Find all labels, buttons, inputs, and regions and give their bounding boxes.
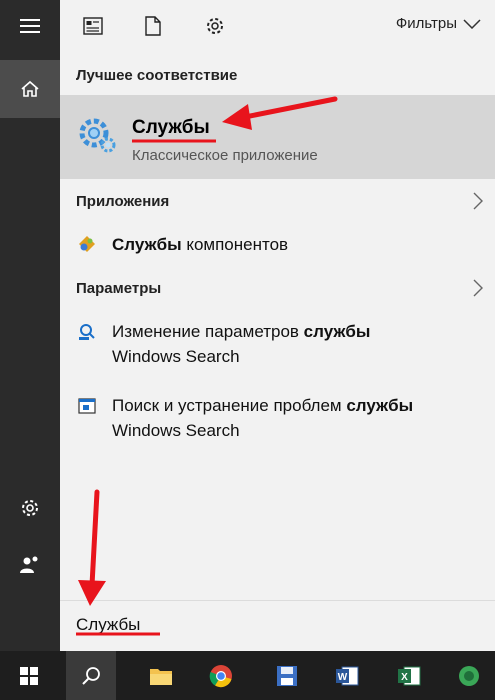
taskbar-chrome[interactable] <box>196 651 246 700</box>
taskbar-word[interactable]: W <box>322 651 372 700</box>
search-input[interactable]: Службы <box>76 615 140 635</box>
search-icon <box>82 666 100 685</box>
apps-item-bold: Службы <box>112 235 182 254</box>
left-rail <box>0 0 60 651</box>
filters-dropdown[interactable]: Фильтры <box>396 15 481 32</box>
chevron-right-icon[interactable] <box>473 192 483 210</box>
home-button[interactable] <box>0 60 60 118</box>
gear-icon <box>22 500 38 516</box>
best-match-header: Лучшее соответствие <box>76 67 238 84</box>
taskbar-excel[interactable]: X <box>384 651 434 700</box>
taskbar-app-green[interactable] <box>444 651 494 700</box>
account-button[interactable] <box>0 545 60 585</box>
taskbar-app-save[interactable] <box>262 651 312 700</box>
hamburger-icon <box>20 19 40 33</box>
files-filter-button[interactable] <box>140 14 166 38</box>
settings-item-2-bold: службы <box>346 396 414 415</box>
settings-item-2-prefix: Поиск и устранение проблем <box>112 396 347 415</box>
word-icon: W <box>336 666 359 685</box>
apps-item-rest: компонентов <box>181 235 289 254</box>
user-icon <box>20 556 38 573</box>
settings-item-troubleshoot-service[interactable]: Поиск и устранение проблем службы Window… <box>60 392 495 448</box>
search-settings-icon <box>79 324 95 340</box>
best-match-item[interactable]: Службы Классическое приложение <box>60 95 495 179</box>
chrome-icon <box>209 664 232 687</box>
folder-icon <box>150 668 172 685</box>
blank-page-icon <box>145 16 161 36</box>
settings-item-change-service[interactable]: Изменение параметров службы Windows Sear… <box>60 318 495 374</box>
home-icon <box>21 80 39 97</box>
search-results-panel: Фильтры Лучшее соответствие Службы Класс… <box>60 0 495 651</box>
best-match-subtitle: Классическое приложение <box>132 147 318 164</box>
apps-header: Приложения <box>76 193 170 210</box>
search-box[interactable]: Службы <box>60 600 495 652</box>
gear-icon <box>207 18 223 34</box>
settings-item-1-prefix: Изменение параметров <box>112 322 304 341</box>
component-services-icon <box>79 236 95 252</box>
document-icon <box>83 17 103 35</box>
troubleshoot-icon <box>78 398 96 414</box>
taskbar: W X <box>0 651 495 700</box>
chevron-right-icon[interactable] <box>473 279 483 297</box>
svg-text:X: X <box>401 672 408 683</box>
settings-item-1-line2: Windows Search <box>112 347 240 366</box>
results-toolbar: Фильтры <box>60 0 495 52</box>
filters-label: Фильтры <box>395 15 457 32</box>
excel-icon: X <box>398 666 421 685</box>
chevron-down-icon <box>463 18 481 29</box>
floppy-icon <box>277 665 297 686</box>
services-gear-icon <box>79 118 116 153</box>
settings-header: Параметры <box>76 280 162 297</box>
menu-button[interactable] <box>0 0 60 52</box>
settings-item-2-line2: Windows Search <box>112 421 240 440</box>
taskbar-search-button[interactable] <box>66 651 116 700</box>
documents-filter-button[interactable] <box>80 14 106 38</box>
apps-item-component-services[interactable]: Службы компонентов <box>60 230 495 260</box>
settings-button[interactable] <box>0 488 60 528</box>
settings-filter-button[interactable] <box>202 14 228 38</box>
best-match-title: Службы <box>132 117 210 138</box>
svg-text:W: W <box>338 672 348 683</box>
start-button[interactable] <box>4 651 54 700</box>
settings-item-1-bold: службы <box>303 322 371 341</box>
taskbar-explorer[interactable] <box>136 651 186 700</box>
app-icon <box>459 665 479 686</box>
windows-logo-icon <box>20 666 38 685</box>
